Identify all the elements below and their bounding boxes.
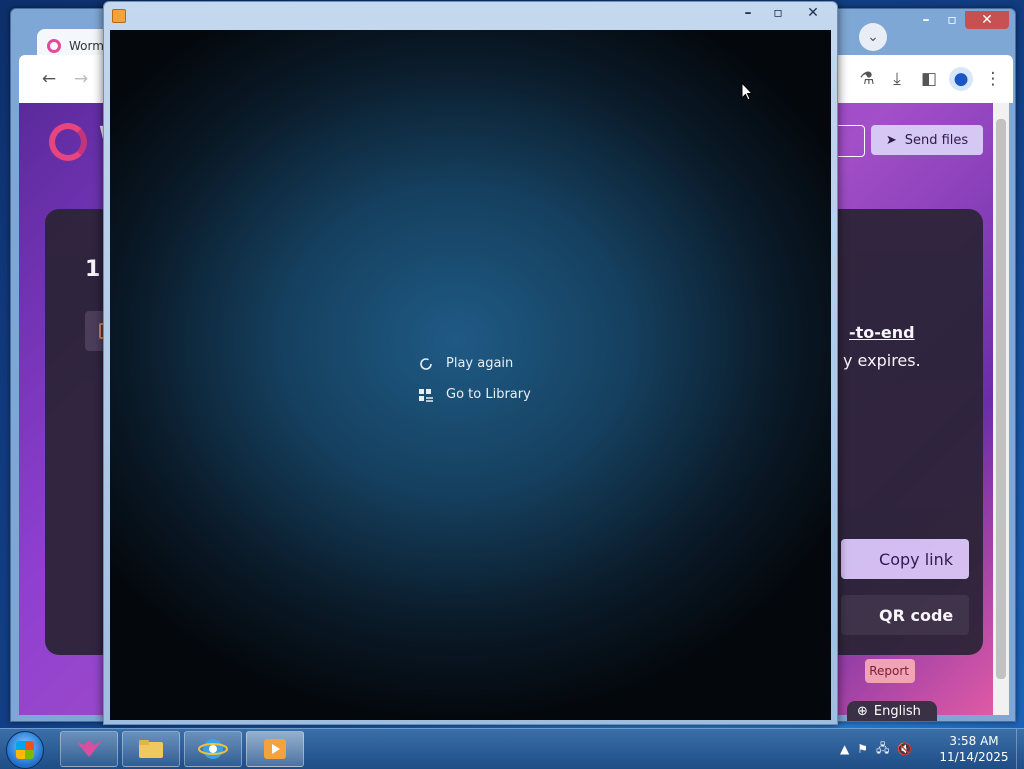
wormhole-favicon-icon — [47, 39, 61, 53]
show-hidden-icons-icon[interactable]: ▲ — [840, 742, 849, 756]
page-scrollbar[interactable] — [993, 103, 1009, 715]
folder-icon — [139, 740, 163, 758]
internet-explorer-icon — [198, 739, 228, 759]
copy-link-button[interactable]: Copy link — [841, 539, 969, 579]
end-of-playback-menu: Play again Go to Library — [418, 348, 531, 410]
go-to-library-label: Go to Library — [446, 387, 531, 402]
expires-text: y expires. — [843, 351, 921, 370]
volume-muted-icon[interactable]: 🔇 — [897, 742, 912, 756]
windows-logo-icon — [16, 741, 34, 759]
tab-search-chevron-icon[interactable]: ⌄ — [859, 23, 887, 51]
e2e-link[interactable]: -to-end — [849, 323, 915, 342]
media-player-app-icon — [112, 9, 126, 23]
taskbar-file-explorer[interactable] — [122, 731, 180, 767]
start-button[interactable] — [6, 731, 44, 769]
replay-icon — [418, 356, 434, 372]
send-files-label: Send files — [904, 132, 969, 148]
scrollbar-thumb[interactable] — [996, 119, 1006, 679]
maximize-button[interactable]: ▫ — [939, 11, 965, 29]
taskbar-internet-explorer[interactable] — [184, 731, 242, 767]
minimize-button[interactable]: – — [913, 11, 939, 29]
play-again-button[interactable]: Play again — [418, 348, 531, 379]
notification-area: ▲ ⚑ 🖧 🔇 — [840, 729, 912, 769]
browser-caption-buttons: – ▫ ✕ — [913, 11, 1009, 29]
playback-area: Play again Go to Library — [110, 30, 831, 720]
mouse-pointer-icon — [741, 81, 754, 105]
network-icon[interactable]: 🖧 — [876, 739, 889, 760]
side-panel-icon[interactable]: ◧ — [917, 67, 941, 91]
labs-flask-icon[interactable]: ⚗ — [855, 67, 879, 91]
wormhole-taskbar-icon — [76, 740, 102, 757]
profile-avatar-icon[interactable]: ● — [949, 67, 973, 91]
player-close-button[interactable]: ✕ — [795, 4, 831, 22]
report-button[interactable]: Report — [865, 659, 915, 683]
send-files-button[interactable]: ➤ Send files — [871, 125, 983, 155]
language-selector[interactable]: ⊕ English — [847, 701, 937, 721]
wormhole-logo-icon — [49, 123, 87, 161]
globe-icon: ⊕ — [857, 703, 868, 719]
forward-arrow-icon[interactable]: → — [69, 67, 93, 91]
taskbar-clock[interactable]: 3:58 AM 11/14/2025 — [938, 733, 1010, 765]
player-caption-buttons: – ▫ ✕ — [735, 4, 831, 22]
go-to-library-button[interactable]: Go to Library — [418, 379, 531, 410]
taskbar: ▲ ⚑ 🖧 🔇 3:58 AM 11/14/2025 — [0, 728, 1024, 769]
close-button[interactable]: ✕ — [965, 11, 1009, 29]
player-maximize-button[interactable]: ▫ — [765, 4, 791, 22]
send-icon: ➤ — [885, 132, 897, 148]
download-icon[interactable]: ⤓ — [885, 67, 909, 91]
library-icon — [418, 387, 434, 403]
media-player-window: – ▫ ✕ Play again Go to Library — [103, 1, 838, 725]
language-label: English — [873, 703, 921, 719]
kebab-menu-icon[interactable]: ⋮ — [981, 67, 1005, 91]
back-arrow-icon[interactable]: ← — [37, 67, 61, 91]
taskbar-media-player[interactable] — [246, 731, 304, 767]
qr-code-button[interactable]: QR code — [841, 595, 969, 635]
clock-time: 3:58 AM — [949, 734, 999, 748]
player-minimize-button[interactable]: – — [735, 4, 761, 22]
action-center-flag-icon[interactable]: ⚑ — [857, 742, 868, 756]
taskbar-wormhole-app[interactable] — [60, 731, 118, 767]
play-again-label: Play again — [446, 356, 514, 371]
show-desktop-button[interactable] — [1016, 729, 1024, 769]
media-player-taskbar-icon — [264, 739, 286, 759]
clock-date: 11/14/2025 — [939, 750, 1009, 764]
